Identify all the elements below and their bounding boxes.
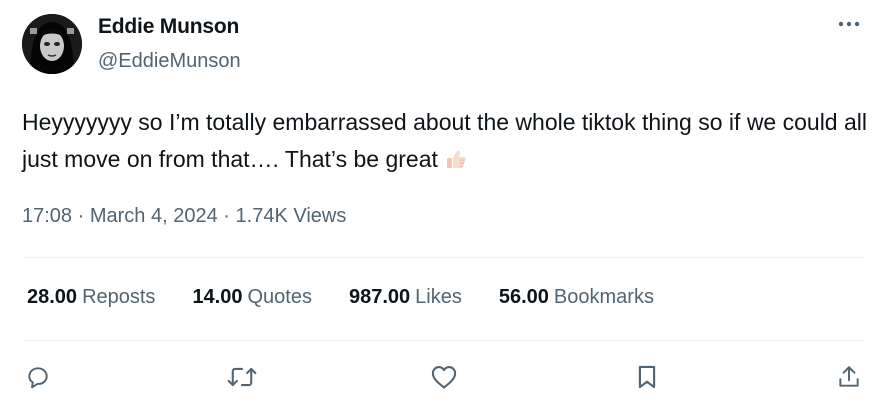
bookmarks-label: Bookmarks [553,286,654,308]
more-options-icon[interactable] [832,14,866,34]
engagement-stats: 28.00 Reposts 14.00 Quotes 987.00 Likes 56.… [27,286,691,309]
like-icon[interactable] [429,362,459,392]
avatar[interactable] [22,14,82,74]
stat-quotes[interactable]: 14.00 Quotes [192,286,312,309]
likes-label: Likes [415,286,462,308]
tweet-meta: 17:08 · March 4, 2024 · 1.74K Views [22,205,346,228]
reposts-label: Reposts [82,286,156,308]
stat-reposts[interactable]: 28.00 Reposts [27,286,155,309]
views-label: Views [293,205,347,227]
tweet-date[interactable]: March 4, 2024 [90,205,218,227]
bookmark-icon[interactable] [632,362,662,392]
tweet-card: Eddie Munson @EddieMunson Heyyyyyyy so I… [0,0,886,415]
bookmarks-count: 56.00 [498,286,549,308]
thumbs-up-icon [444,145,468,182]
stat-likes[interactable]: 987.00 Likes [349,286,462,309]
tweet-text-block: Heyyyyyyy so I’m totally embarrassed abo… [22,104,872,182]
quotes-count: 14.00 [192,286,243,308]
divider [22,257,866,258]
view-count: 1.74K [235,205,288,227]
quotes-label: Quotes [247,286,312,308]
share-icon[interactable] [834,362,864,392]
likes-count: 987.00 [348,286,411,308]
reposts-count: 28.00 [27,286,78,308]
stat-bookmarks[interactable]: 56.00 Bookmarks [499,286,654,309]
action-bar [0,362,886,392]
tweet-time[interactable]: 17:08 [22,205,72,227]
author-handle[interactable]: @EddieMunson [98,50,241,73]
meta-separator: · [77,205,85,227]
author-display-name[interactable]: Eddie Munson [98,15,239,39]
avatar-image [22,14,82,74]
retweet-icon[interactable] [227,362,257,392]
meta-separator: · [223,205,230,227]
reply-icon[interactable] [23,362,53,392]
divider [22,340,866,341]
